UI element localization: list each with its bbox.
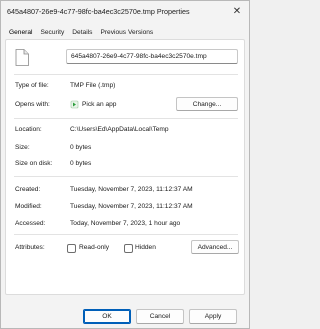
properties-window: 645a4807-26e9-4c77-98fc-ba4ec3c2570e.tmp…	[0, 0, 250, 329]
size-on-disk-label: Size on disk:	[15, 160, 53, 167]
hidden-label: Hidden	[135, 244, 156, 251]
created-value: Tuesday, November 7, 2023, 11:12:37 AM	[70, 186, 193, 193]
close-button[interactable]: ✕	[230, 4, 244, 18]
app-picker-icon	[70, 100, 79, 109]
file-name-input[interactable]: 645a4807-26e9-4c77-98fc-ba4ec3c2570e.tmp	[66, 49, 238, 64]
apply-button[interactable]: Apply	[189, 309, 237, 324]
hidden-checkbox[interactable]	[124, 244, 133, 253]
read-only-checkbox[interactable]	[67, 244, 76, 253]
tab-strip: General Security Details Previous Versio…	[5, 27, 157, 41]
divider	[14, 234, 238, 235]
tab-details[interactable]: Details	[68, 27, 96, 39]
accessed-value: Today, November 7, 2023, 1 hour ago	[70, 220, 181, 227]
ok-button[interactable]: OK	[83, 309, 131, 324]
change-button[interactable]: Change...	[176, 97, 238, 111]
location-label: Location:	[15, 126, 42, 133]
cancel-button[interactable]: Cancel	[136, 309, 184, 324]
read-only-label: Read-only	[79, 244, 110, 251]
divider	[14, 176, 238, 177]
size-value: 0 bytes	[70, 144, 92, 151]
opens-with-value: Pick an app	[82, 101, 117, 108]
title-bar[interactable]: 645a4807-26e9-4c77-98fc-ba4ec3c2570e.tmp…	[1, 1, 249, 21]
size-label: Size:	[15, 144, 30, 151]
type-value: TMP File (.tmp)	[70, 82, 116, 89]
advanced-button[interactable]: Advanced...	[191, 240, 239, 254]
accessed-label: Accessed:	[15, 220, 46, 227]
general-panel: 645a4807-26e9-4c77-98fc-ba4ec3c2570e.tmp…	[5, 39, 245, 295]
opens-with-label: Opens with:	[15, 101, 50, 108]
tab-previous-versions[interactable]: Previous Versions	[96, 27, 157, 39]
created-label: Created:	[15, 186, 41, 193]
file-icon	[15, 49, 29, 66]
divider	[14, 74, 238, 75]
tab-security[interactable]: Security	[36, 27, 68, 39]
tab-general[interactable]: General	[5, 27, 36, 41]
close-icon: ✕	[232, 5, 242, 17]
attributes-label: Attributes:	[15, 244, 45, 251]
type-label: Type of file:	[15, 82, 49, 89]
modified-label: Modified:	[15, 203, 42, 210]
modified-value: Tuesday, November 7, 2023, 11:12:37 AM	[70, 203, 193, 210]
divider	[14, 118, 238, 119]
window-title: 645a4807-26e9-4c77-98fc-ba4ec3c2570e.tmp…	[7, 7, 190, 16]
location-value: C:\Users\Ed\AppData\Local\Temp	[70, 126, 169, 133]
size-on-disk-value: 0 bytes	[70, 160, 92, 167]
